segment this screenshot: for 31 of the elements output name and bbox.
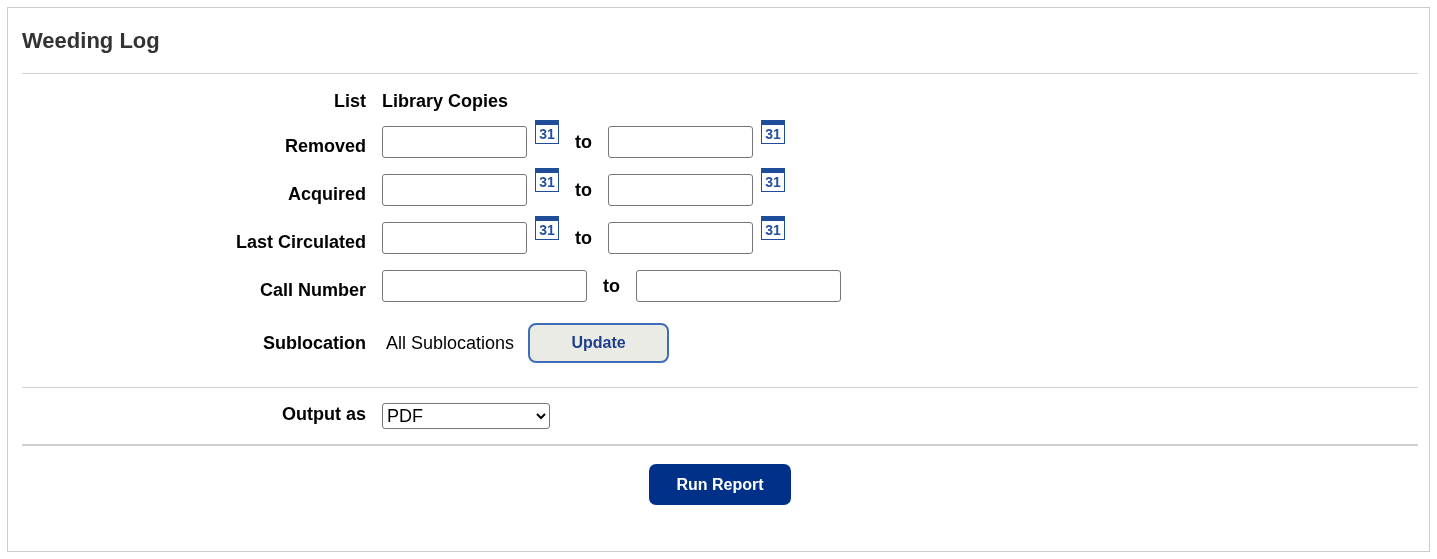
field-label: Output as	[282, 403, 366, 425]
separator-label: to	[603, 275, 620, 297]
calendar-icon[interactable]: 31	[535, 216, 559, 240]
date-input[interactable]	[382, 174, 527, 206]
field-label: Acquired	[288, 183, 366, 205]
calendar-icon[interactable]: 31	[535, 168, 559, 192]
separator-label: to	[575, 227, 592, 249]
update-button[interactable]: Update	[528, 323, 670, 363]
field-label: Sublocation	[263, 332, 366, 354]
field-label: Call Number	[259, 279, 366, 301]
date-input[interactable]	[608, 222, 753, 254]
list-value: Library Copies	[382, 91, 510, 112]
date-input[interactable]	[608, 174, 753, 206]
call-number-input[interactable]	[382, 270, 587, 302]
date-input[interactable]	[382, 222, 527, 254]
calendar-icon[interactable]: 31	[761, 168, 785, 192]
field-label: List	[334, 91, 366, 112]
run-report-button[interactable]: Run Report	[649, 464, 791, 505]
calendar-icon[interactable]: 31	[761, 216, 785, 240]
sublocation-value: All Sublocations	[386, 332, 515, 354]
output-select[interactable]: PDF	[382, 403, 550, 429]
separator-label: to	[575, 131, 592, 153]
date-input[interactable]	[382, 126, 527, 158]
call-number-input[interactable]	[636, 270, 841, 302]
field-label: Removed	[284, 135, 366, 157]
separator-label: to	[575, 179, 592, 201]
page-title: Weeding Log	[22, 27, 161, 55]
calendar-icon[interactable]: 31	[761, 120, 785, 144]
field-label: Last Circulated	[235, 231, 366, 253]
date-input[interactable]	[608, 126, 753, 158]
calendar-icon[interactable]: 31	[535, 120, 559, 144]
